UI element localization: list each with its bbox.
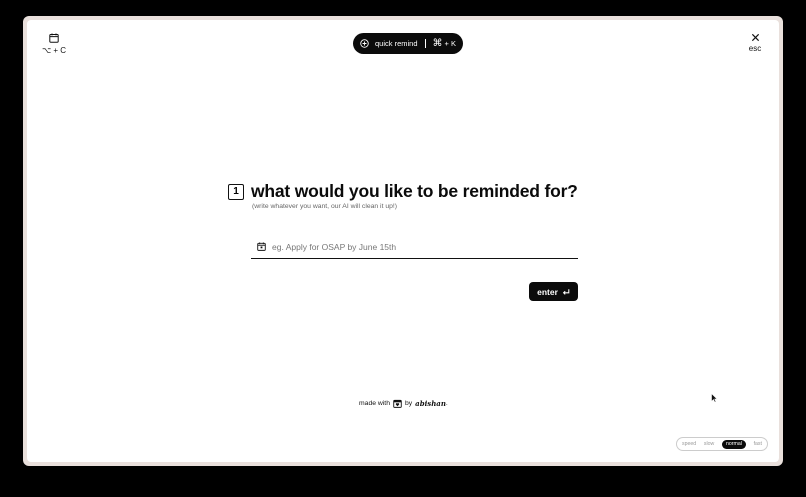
question-title: what would you like to be reminded for? <box>251 181 578 201</box>
reminder-input[interactable] <box>272 241 578 252</box>
plus-circle-icon <box>360 39 369 48</box>
reminder-input-row <box>251 235 578 259</box>
app-window: ⌥ + C quick remind ⌘ + K esc 1 what woul… <box>27 20 779 462</box>
quick-remind-shortcut: + K <box>444 39 456 48</box>
return-icon <box>562 288 570 296</box>
calendar-shortcut-keys: ⌥ + C <box>41 46 67 55</box>
calendar-icon <box>257 242 266 251</box>
speed-option-fast[interactable]: fast <box>754 441 762 447</box>
speed-option-slow[interactable]: slow <box>704 441 714 447</box>
enter-button[interactable]: enter <box>529 282 578 301</box>
calendar-logo-icon <box>393 399 402 408</box>
footer-author-link[interactable]: abishan <box>415 399 446 408</box>
command-key: ⌘ <box>432 38 443 49</box>
close-icon <box>745 33 765 42</box>
mouse-cursor-icon <box>711 390 719 408</box>
calendar-icon <box>41 33 67 43</box>
close-button[interactable]: esc <box>745 33 765 53</box>
footer-made-with: made with <box>359 400 390 407</box>
quick-remind-button[interactable]: quick remind ⌘ + K <box>353 33 463 54</box>
footer-trailing: . <box>445 400 448 407</box>
speed-selector: speed slow normal fast <box>676 437 768 451</box>
question-block: 1 what would you like to be reminded for… <box>228 181 588 210</box>
speed-option-normal[interactable]: normal <box>722 439 746 449</box>
step-number: 1 <box>228 183 244 200</box>
speed-option-label: speed <box>682 441 697 447</box>
calendar-shortcut[interactable]: ⌥ + C <box>41 33 67 55</box>
pill-divider <box>424 39 426 48</box>
footer-by: by <box>404 400 413 407</box>
app-frame: ⌥ + C quick remind ⌘ + K esc 1 what woul… <box>23 16 783 466</box>
question-subtitle: (write whatever you want, our AI will cl… <box>252 203 398 210</box>
close-shortcut-label: esc <box>748 44 762 53</box>
footer-credit: made with by abishan . <box>359 399 469 408</box>
quick-remind-label: quick remind <box>375 39 418 48</box>
enter-button-label: enter <box>537 286 558 297</box>
